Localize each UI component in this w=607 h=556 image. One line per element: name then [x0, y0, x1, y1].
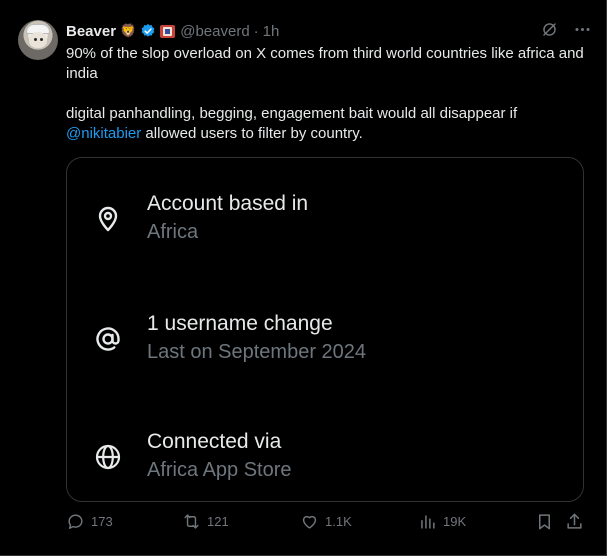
tweet-text-after-mention: allowed users to filter by country. — [141, 125, 363, 142]
analytics-icon — [421, 515, 435, 529]
verified-badge-icon[interactable] — [140, 23, 156, 39]
about-row-connected-via: Connected via Africa App Store — [67, 430, 583, 494]
tweet-text: 90% of the slop overload on X comes from… — [66, 44, 586, 144]
row-subtitle: Africa App Store — [147, 459, 292, 481]
avatar-eye — [34, 38, 37, 41]
repost-button[interactable]: 121 — [182, 512, 229, 531]
repost-count: 121 — [207, 514, 229, 529]
reply-button[interactable]: 173 — [66, 512, 113, 531]
tweet-header: Beaver 🦁 @beaverd · 1h — [66, 22, 279, 40]
affiliate-badge-icon[interactable] — [160, 24, 176, 38]
bookmark-button[interactable] — [535, 512, 560, 531]
tweet-actions-bar: 173 121 1.1K 19K — [66, 512, 590, 536]
avatar-face — [29, 32, 47, 48]
tweet-text-before-mention: digital panhandling, begging, engagement… — [66, 105, 518, 122]
bookmark-icon — [538, 514, 551, 530]
author-handle[interactable]: @beaverd — [180, 23, 249, 40]
row-subtitle: Africa — [147, 221, 199, 243]
tweet[interactable]: Beaver 🦁 @beaverd · 1h 90% of the slop o… — [0, 0, 607, 556]
avatar[interactable] — [18, 20, 58, 60]
repost-icon — [184, 514, 199, 529]
tweet-text-line1: 90% of the slop overload on X comes from… — [66, 45, 584, 82]
about-row-username-change: 1 username change Last on September 2024 — [67, 312, 583, 376]
attached-image-card[interactable]: Account based in Africa 1 username chang… — [66, 157, 584, 502]
author-name[interactable]: Beaver — [66, 23, 116, 40]
row-title: Account based in — [147, 192, 309, 215]
grok-icon[interactable] — [540, 20, 559, 39]
like-button[interactable]: 1.1K — [300, 512, 352, 531]
separator-dot: · — [253, 22, 259, 40]
share-button[interactable] — [565, 512, 590, 531]
reply-icon — [68, 514, 83, 529]
avatar-eye — [40, 38, 43, 41]
more-options-icon[interactable] — [573, 20, 592, 39]
row-subtitle: Last on September 2024 — [147, 341, 367, 363]
heart-icon — [302, 515, 317, 529]
tweet-top-actions — [540, 20, 592, 39]
post-time[interactable]: 1h — [263, 23, 280, 40]
location-pin-icon — [98, 206, 118, 232]
about-row-account-based: Account based in Africa — [67, 192, 583, 256]
globe-icon — [95, 444, 121, 470]
views-button[interactable]: 19K — [418, 512, 466, 531]
reply-count: 173 — [91, 514, 113, 529]
at-sign-icon — [96, 327, 120, 351]
share-icon — [567, 513, 582, 529]
view-count: 19K — [443, 514, 467, 529]
mention-link[interactable]: @nikitabier — [66, 125, 141, 142]
row-title: Connected via — [147, 430, 282, 453]
tweet-text-line2: digital panhandling, begging, engagement… — [66, 104, 586, 144]
like-count: 1.1K — [325, 514, 352, 529]
lion-emoji: 🦁 — [120, 23, 137, 38]
row-title: 1 username change — [147, 312, 333, 335]
